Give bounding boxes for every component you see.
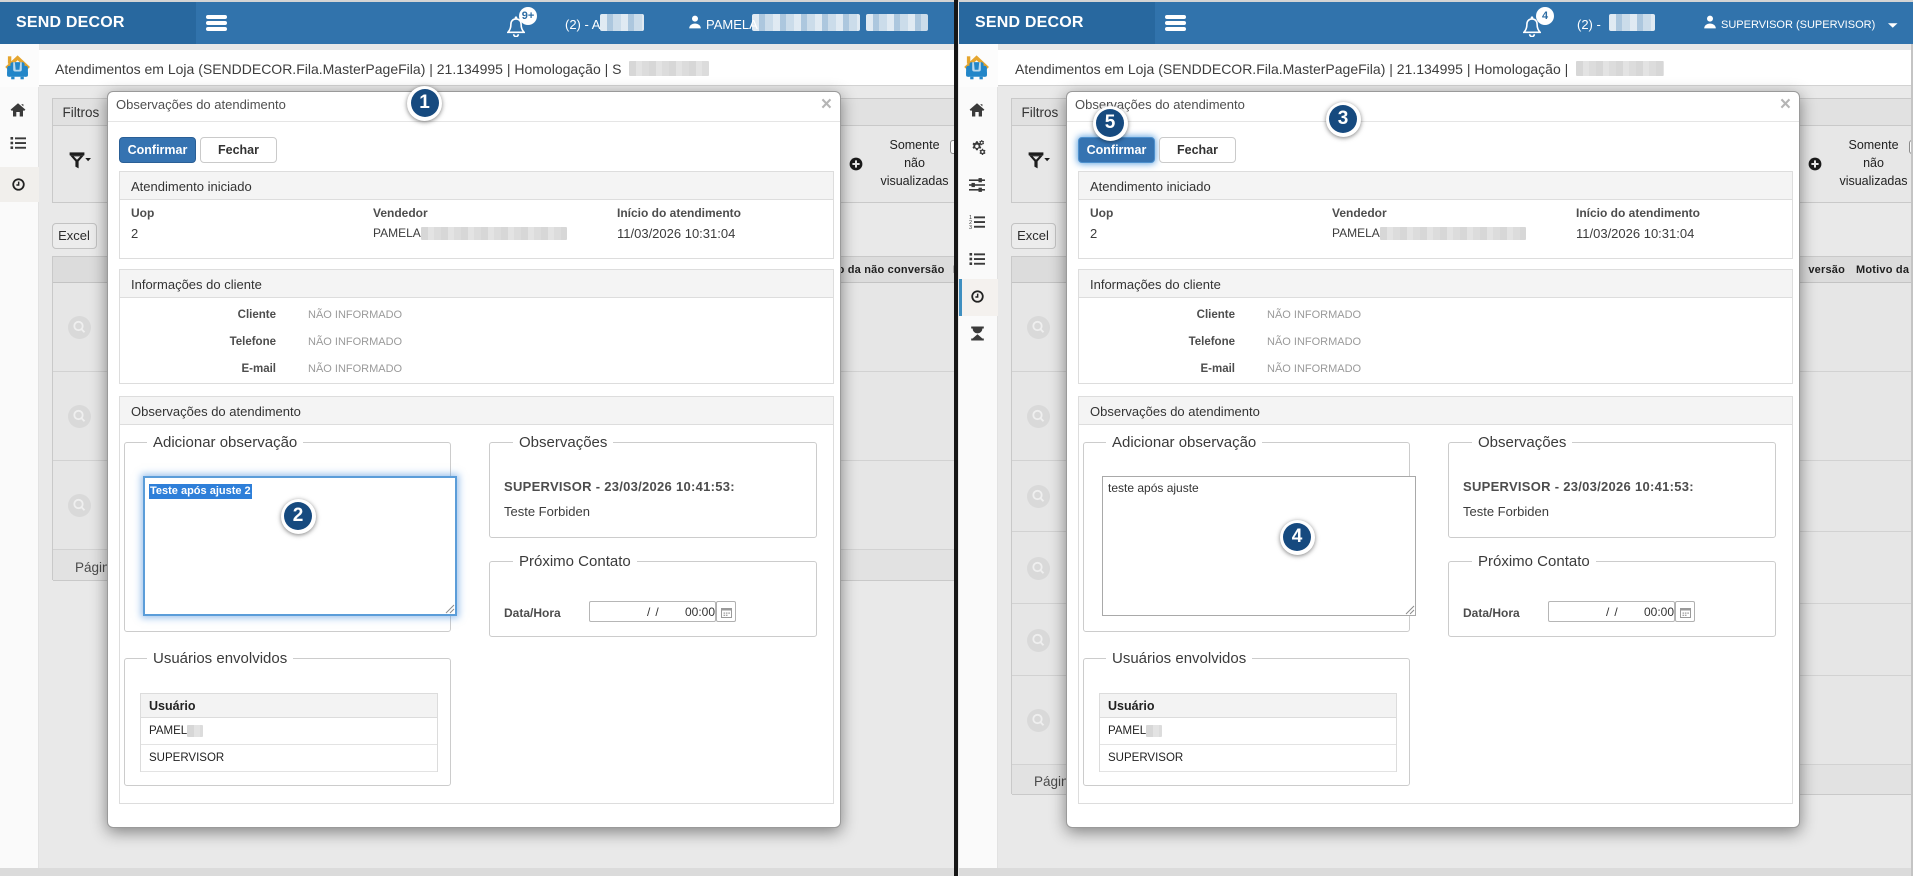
svg-text:3: 3 [969,225,972,230]
